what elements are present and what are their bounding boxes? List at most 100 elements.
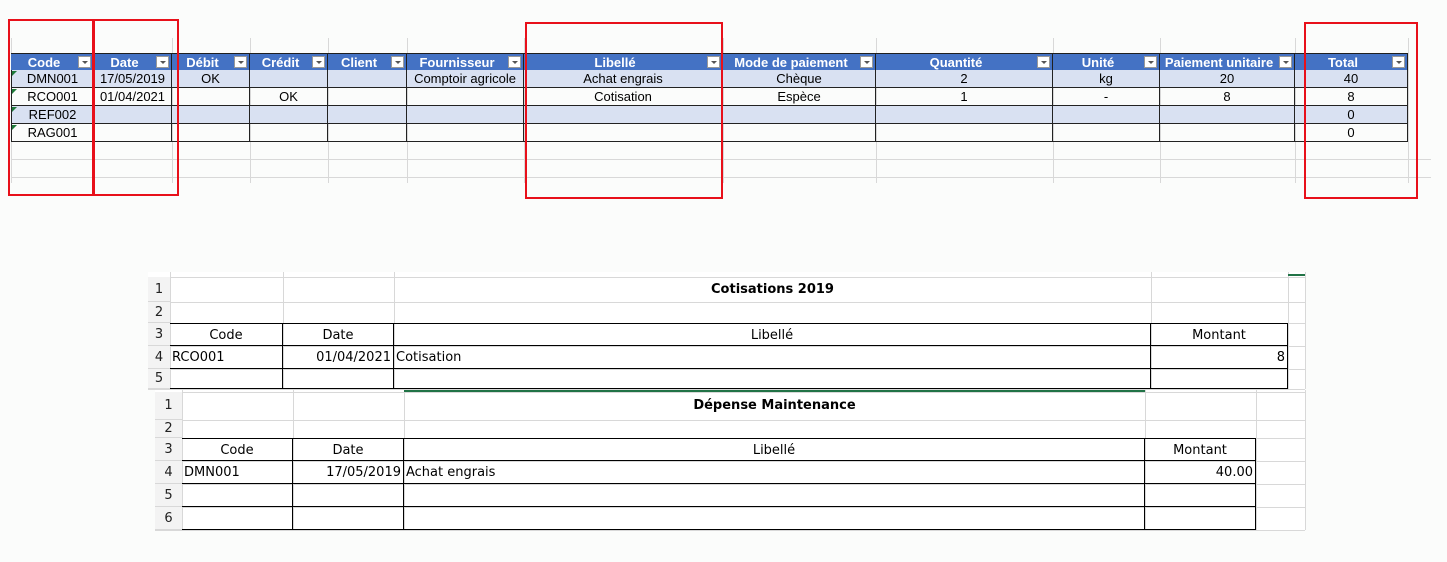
table-cell[interactable] — [172, 88, 250, 106]
filter-dropdown-icon[interactable] — [1279, 56, 1292, 68]
filter-dropdown-icon[interactable] — [508, 56, 521, 68]
table-cell[interactable] — [404, 484, 1145, 507]
table-cell[interactable] — [876, 106, 1053, 124]
table-cell[interactable] — [293, 507, 404, 530]
row-number[interactable]: 1 — [148, 277, 170, 302]
table-cell[interactable] — [1145, 484, 1256, 507]
column-header[interactable]: Montant — [1145, 438, 1256, 461]
table-cell[interactable] — [283, 369, 394, 389]
column-header[interactable]: Date — [293, 438, 404, 461]
table-cell[interactable] — [1151, 369, 1288, 389]
table-cell[interactable] — [328, 124, 407, 142]
filter-dropdown-icon[interactable] — [1037, 56, 1050, 68]
sheet-title[interactable]: Dépense Maintenance — [404, 392, 1145, 420]
table-cell[interactable]: OK — [250, 88, 328, 106]
table-cell[interactable]: 20 — [1160, 70, 1295, 88]
table-cell[interactable] — [293, 484, 404, 507]
table-cell[interactable] — [172, 106, 250, 124]
column-header[interactable]: Montant — [1151, 323, 1288, 346]
filter-dropdown-icon[interactable] — [860, 56, 873, 68]
sheet-title[interactable]: Cotisations 2019 — [394, 277, 1151, 302]
active-cell-indicator — [404, 390, 1145, 392]
table-cell[interactable]: 01/04/2021 — [283, 346, 394, 369]
row-number[interactable]: 4 — [148, 346, 170, 369]
table-cell[interactable] — [407, 88, 524, 106]
table-cell[interactable] — [404, 507, 1145, 530]
table-cell[interactable] — [170, 369, 283, 389]
column-header: Mode de paiement — [723, 53, 876, 70]
row-number[interactable]: 6 — [155, 507, 182, 530]
row-number[interactable]: 2 — [148, 302, 170, 323]
gridline — [155, 530, 1305, 531]
table-cell[interactable]: Comptoir agricole — [407, 70, 524, 88]
column-header: Fournisseur — [407, 53, 524, 70]
row-number[interactable]: 4 — [155, 461, 182, 484]
column-header[interactable]: Code — [182, 438, 293, 461]
table-cell[interactable]: Achat engrais — [404, 461, 1145, 484]
column-header-label: Paiement unitaire — [1164, 55, 1274, 70]
row-number[interactable]: 2 — [155, 420, 182, 438]
column-header: Unité — [1053, 53, 1160, 70]
filter-dropdown-icon[interactable] — [234, 56, 247, 68]
table-cell[interactable] — [876, 124, 1053, 142]
filter-dropdown-icon[interactable] — [391, 56, 404, 68]
table-cell[interactable] — [182, 484, 293, 507]
table-cell[interactable] — [394, 369, 1151, 389]
table-cell[interactable] — [328, 70, 407, 88]
table-cell[interactable]: 17/05/2019 — [293, 461, 404, 484]
table-cell[interactable] — [723, 106, 876, 124]
filter-dropdown-icon[interactable] — [1144, 56, 1157, 68]
table-cell[interactable]: Espèce — [723, 88, 876, 106]
column-header[interactable]: Date — [283, 323, 394, 346]
table-cell[interactable]: 1 — [876, 88, 1053, 106]
column-header: Paiement unitaire — [1160, 53, 1295, 70]
table-cell[interactable] — [328, 106, 407, 124]
column-header: Débit — [172, 53, 250, 70]
table-cell[interactable] — [1160, 106, 1295, 124]
table-cell[interactable]: 2 — [876, 70, 1053, 88]
row-number[interactable]: 1 — [155, 392, 182, 420]
column-header[interactable]: Libellé — [404, 438, 1145, 461]
table-cell[interactable] — [328, 88, 407, 106]
highlight-box — [93, 19, 179, 196]
table-cell[interactable] — [250, 70, 328, 88]
row-number[interactable]: 3 — [148, 323, 170, 346]
column-header: Crédit — [250, 53, 328, 70]
table-cell[interactable]: Chèque — [723, 70, 876, 88]
table-cell[interactable]: 8 — [1160, 88, 1295, 106]
table-cell[interactable]: RCO001 — [170, 346, 283, 369]
row-number[interactable]: 3 — [155, 438, 182, 461]
table-cell[interactable] — [250, 124, 328, 142]
column-header: Client — [328, 53, 407, 70]
table-cell[interactable]: kg — [1053, 70, 1160, 88]
table-cell[interactable] — [250, 106, 328, 124]
table-cell[interactable]: DMN001 — [182, 461, 293, 484]
row-number[interactable]: 5 — [155, 484, 182, 507]
column-header-label: Quantité — [929, 55, 983, 70]
table-cell[interactable]: Cotisation — [394, 346, 1151, 369]
table-cell[interactable] — [407, 124, 524, 142]
row-number[interactable]: 5 — [148, 369, 170, 389]
highlight-box — [8, 19, 94, 196]
table-cell[interactable]: 8 — [1151, 346, 1288, 369]
table-cell[interactable] — [172, 124, 250, 142]
highlight-box — [1304, 22, 1418, 199]
table-cell[interactable] — [1053, 106, 1160, 124]
filter-dropdown-icon[interactable] — [312, 56, 325, 68]
table-cell[interactable] — [182, 507, 293, 530]
table-cell[interactable] — [1160, 124, 1295, 142]
table-cell[interactable]: - — [1053, 88, 1160, 106]
column-header[interactable]: Libellé — [394, 323, 1151, 346]
table-cell[interactable] — [407, 106, 524, 124]
table-cell[interactable] — [723, 124, 876, 142]
active-cell-indicator — [1288, 274, 1305, 276]
column-header: Quantité — [876, 53, 1053, 70]
gridline — [148, 302, 1305, 303]
table-cell[interactable]: OK — [172, 70, 250, 88]
table-cell[interactable] — [1145, 507, 1256, 530]
column-header-label: Mode de paiement — [734, 55, 848, 70]
table-cell[interactable]: 40.00 — [1145, 461, 1256, 484]
column-header[interactable]: Code — [170, 323, 283, 346]
gridline — [155, 420, 1305, 421]
table-cell[interactable] — [1053, 124, 1160, 142]
